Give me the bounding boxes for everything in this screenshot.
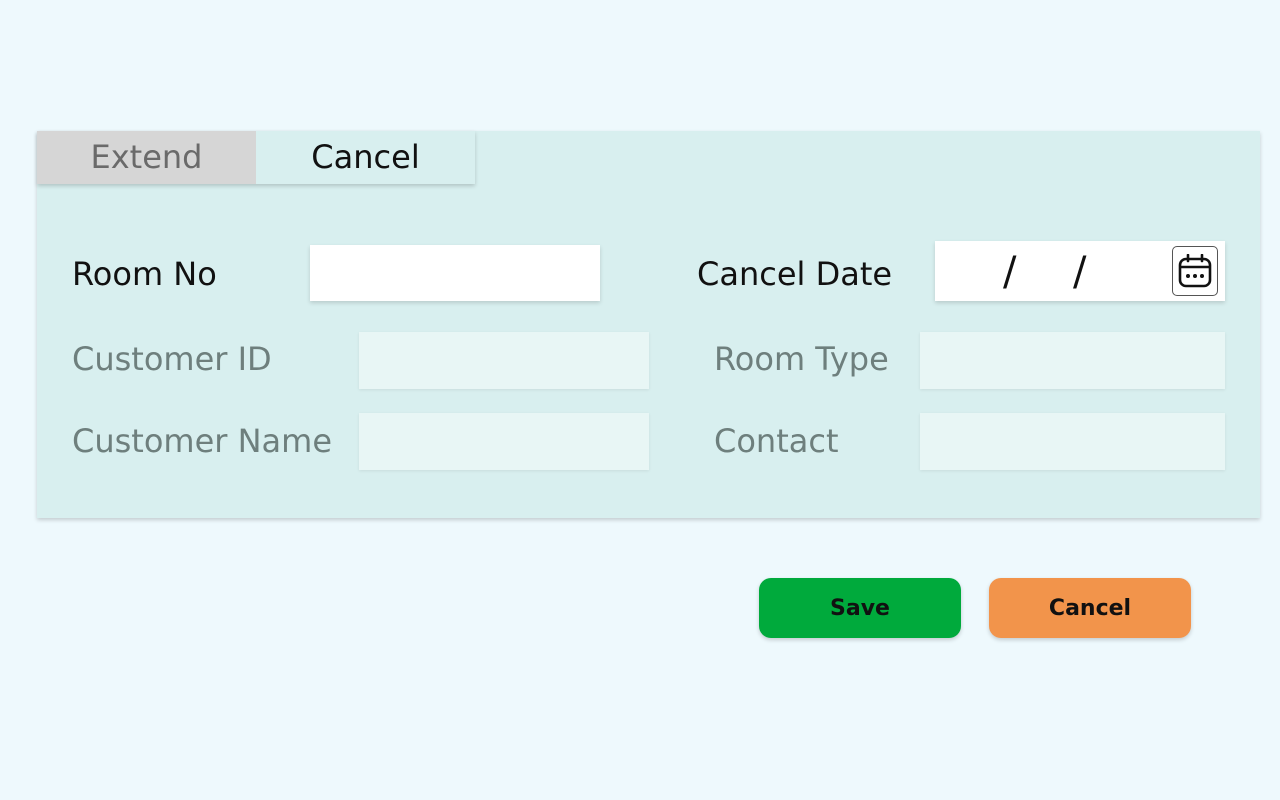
cancel-button[interactable]: Cancel [989, 578, 1191, 638]
tab-cancel[interactable]: Cancel [256, 131, 475, 184]
contact-field [920, 413, 1225, 470]
room-no-input[interactable] [310, 245, 600, 301]
room-type-label: Room Type [714, 340, 889, 378]
tab-bar: Extend Cancel [37, 131, 475, 184]
room-type-field [920, 332, 1225, 389]
tab-extend[interactable]: Extend [37, 131, 256, 184]
customer-name-label: Customer Name [72, 422, 333, 460]
date-separator: / [1003, 249, 1017, 295]
calendar-icon [1178, 254, 1212, 288]
customer-id-label: Customer ID [72, 340, 272, 378]
cancel-booking-panel: Extend Cancel Room No Cancel Date / / Cu… [37, 131, 1260, 518]
customer-id-field [359, 332, 649, 389]
cancel-date-label: Cancel Date [697, 255, 893, 293]
calendar-button[interactable] [1172, 246, 1218, 296]
save-button[interactable]: Save [759, 578, 961, 638]
cancel-date-picker[interactable]: / / [935, 241, 1225, 301]
date-separator: / [1073, 249, 1087, 295]
customer-name-field [359, 413, 649, 470]
contact-label: Contact [714, 422, 839, 460]
room-no-label: Room No [72, 255, 217, 293]
